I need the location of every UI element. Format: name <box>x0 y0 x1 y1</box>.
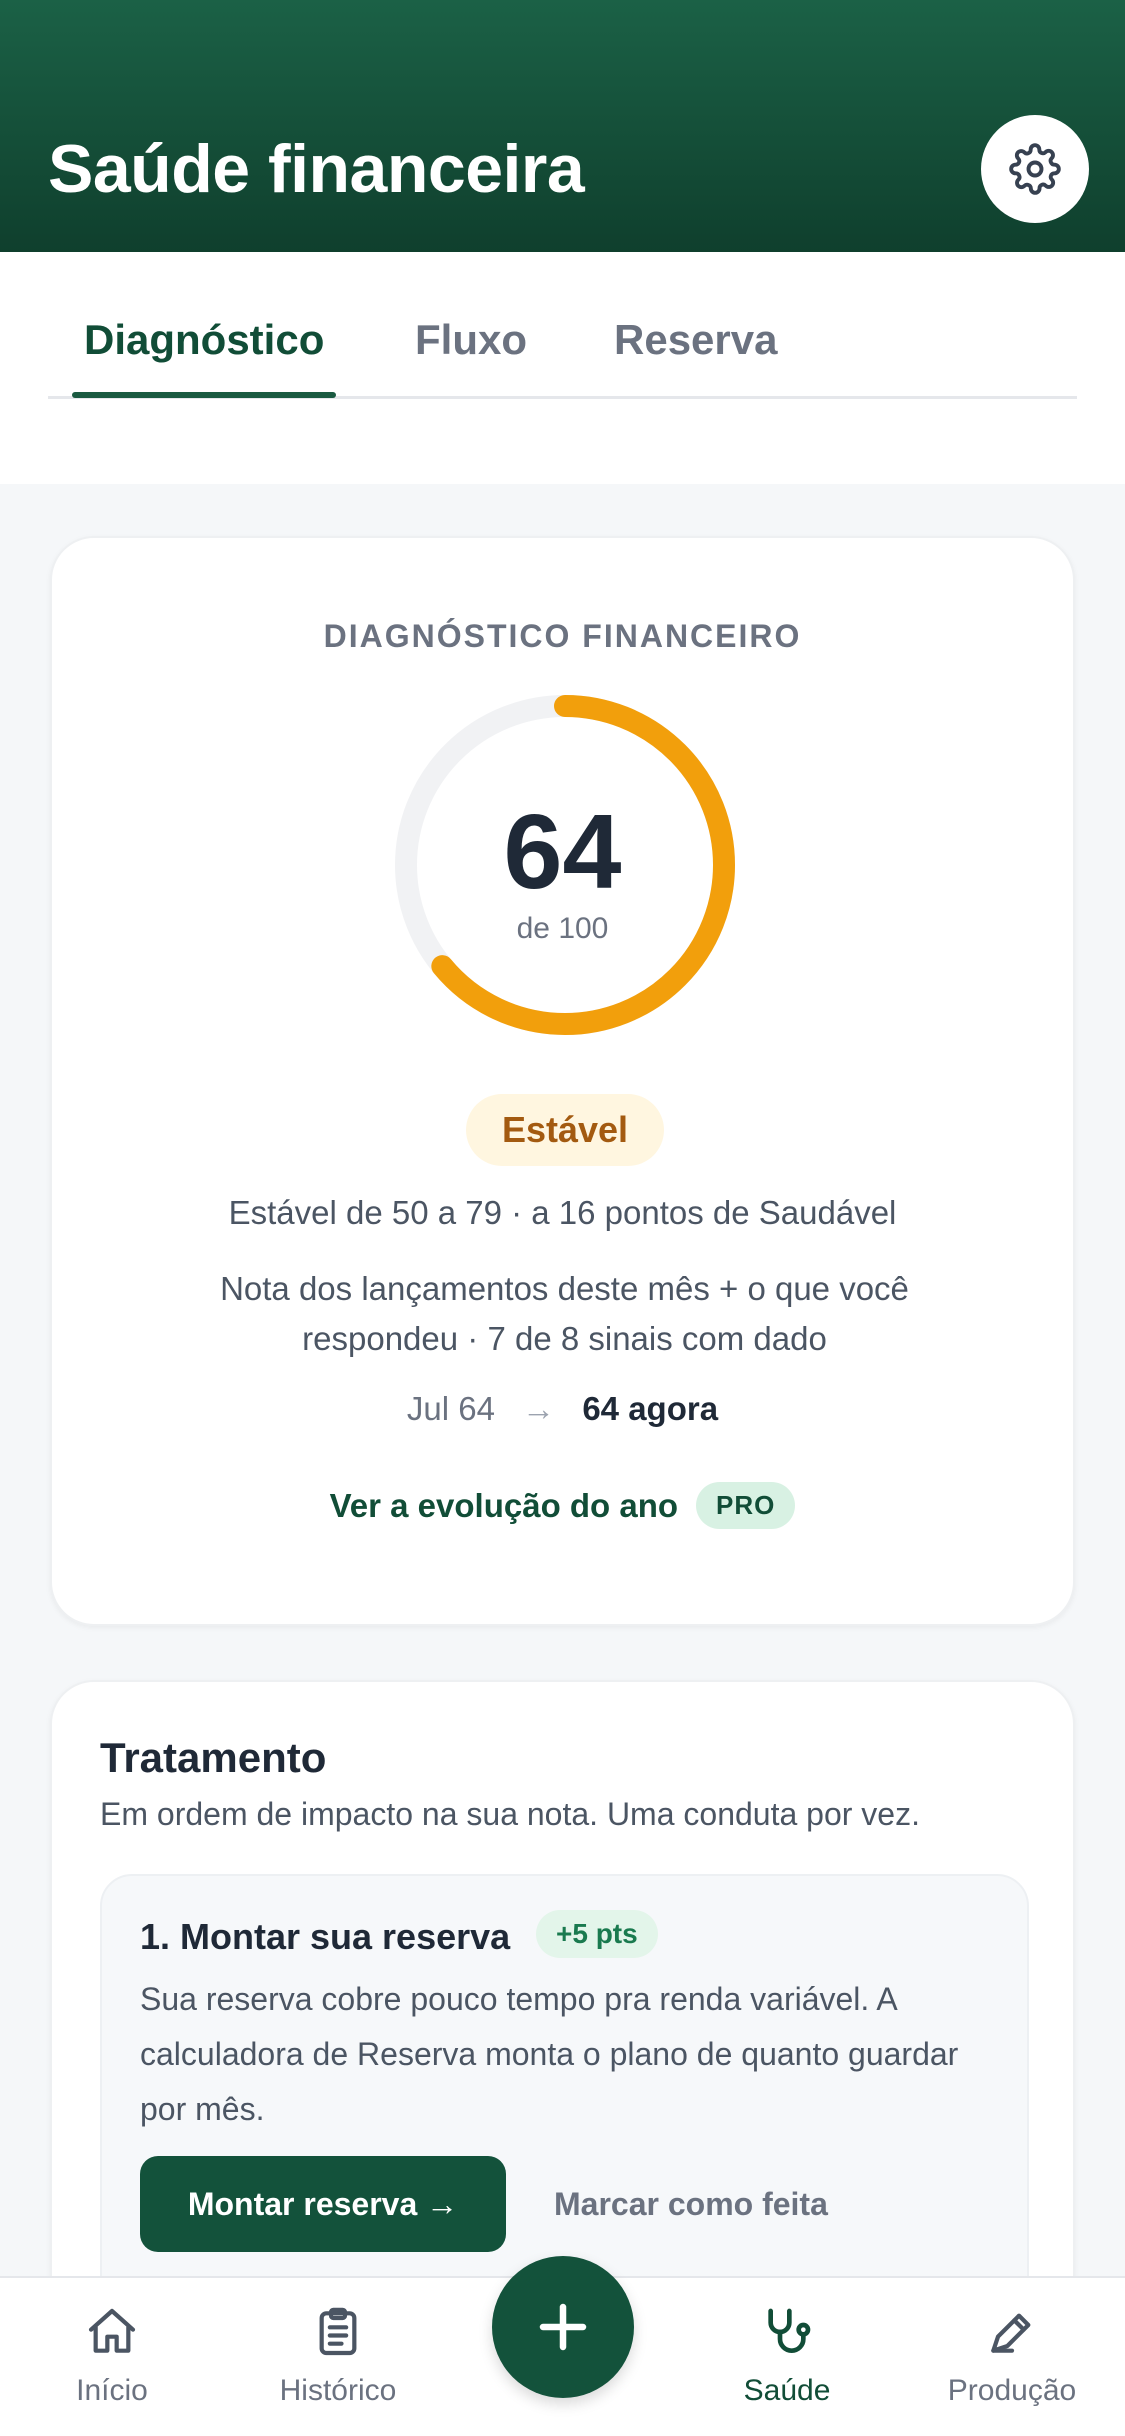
gear-icon <box>1009 143 1061 195</box>
history-previous: Jul 64 <box>406 1390 495 1427</box>
tab-active-indicator <box>72 392 336 398</box>
arrow-right-icon: → <box>522 1390 556 1427</box>
mark-done-button[interactable]: Marcar como feita <box>554 2156 828 2252</box>
page-title: Saúde financeira <box>48 131 585 207</box>
treatment-title: Tratamento <box>100 1734 327 1781</box>
pro-badge: PRO <box>696 1482 796 1529</box>
pen-icon <box>991 2313 1031 2353</box>
treatment-card: Tratamento Em ordem de impacto na sua no… <box>50 1680 1075 2320</box>
action-title: 1. Montar sua reserva <box>140 1916 511 1957</box>
nav-saude[interactable]: Saúde <box>687 2304 887 2408</box>
app-header: Saúde financeira <box>0 0 1125 252</box>
tab-fluxo[interactable]: Fluxo <box>415 316 527 364</box>
stethoscope-icon <box>768 2308 811 2353</box>
nav-producao[interactable]: Produção <box>912 2304 1112 2408</box>
nav-label: Produção <box>947 2374 1077 2407</box>
score-max: de 100 <box>516 912 609 945</box>
action-card: 1. Montar sua reserva +5 pts Sua reserva… <box>100 1874 1029 2318</box>
treatment-subtitle: Em ordem de impacto na sua nota. Uma con… <box>100 1796 920 1832</box>
home-icon <box>88 2308 136 2353</box>
tab-reserva[interactable]: Reserva <box>614 316 777 364</box>
score-note: Nota dos lançamentos deste mês + o que v… <box>220 1270 909 1357</box>
status-badge: Estável <box>466 1094 664 1166</box>
tab-diagnostico[interactable]: Diagnóstico <box>84 316 324 364</box>
build-reserve-button[interactable]: Montar reserva → <box>140 2156 506 2252</box>
settings-button[interactable] <box>981 115 1089 223</box>
nav-label: Início <box>76 2374 148 2407</box>
score-value: 64 <box>503 793 622 911</box>
points-badge: +5 pts <box>536 1910 658 1958</box>
clipboard-icon <box>319 2307 357 2356</box>
score-history: Jul 64 → 64 agora <box>52 1390 1073 1428</box>
add-button[interactable] <box>492 2256 634 2398</box>
nav-label: Saúde <box>743 2374 831 2407</box>
plus-icon <box>539 2303 587 2351</box>
nav-label: Histórico <box>279 2374 397 2407</box>
tabs-bar: Diagnóstico Fluxo Reserva <box>0 252 1125 484</box>
action-description: Sua reserva cobre pouco tempo pra renda … <box>140 1981 959 2127</box>
nav-historico[interactable]: Histórico <box>238 2304 438 2408</box>
evolution-link[interactable]: Ver a evolução do ano <box>330 1487 678 1525</box>
diagnostic-title: DIAGNÓSTICO FINANCEIRO <box>323 618 802 654</box>
diagnostic-card: DIAGNÓSTICO FINANCEIRO 64 de 100 Estável… <box>50 536 1075 1626</box>
range-description: Estável de 50 a 79 · a 16 pontos de Saud… <box>228 1194 897 1231</box>
nav-inicio[interactable]: Início <box>12 2304 212 2408</box>
evolution-row: Ver a evolução do ano PRO <box>52 1482 1073 1529</box>
history-current: 64 agora <box>582 1390 719 1427</box>
